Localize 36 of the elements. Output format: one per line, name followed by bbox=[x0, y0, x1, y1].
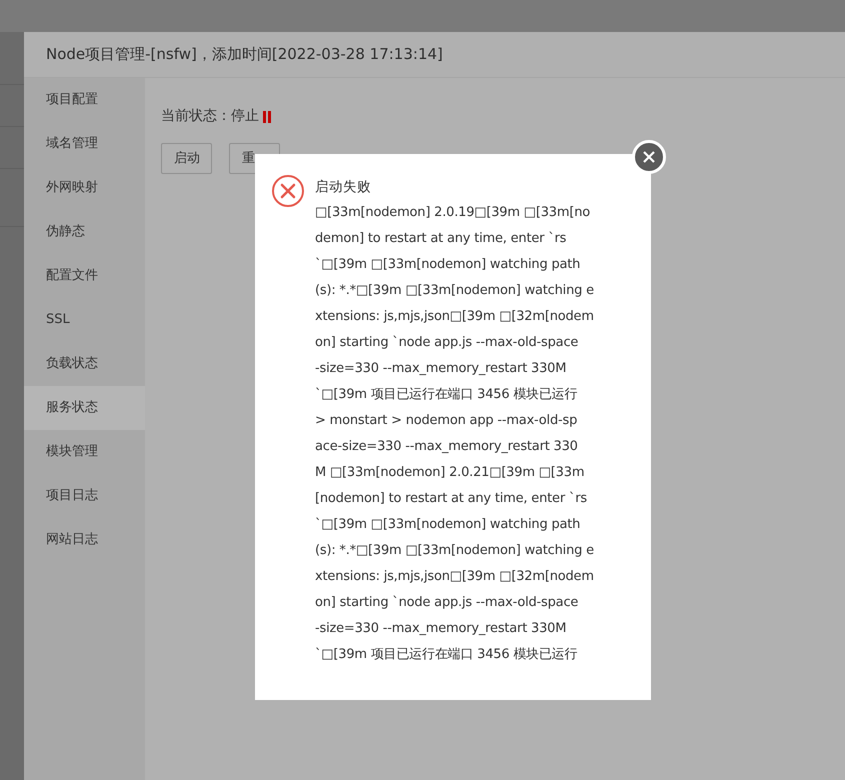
window-title: Node项目管理-[nsfw]，添加时间[2022-03-28 17:13:14] bbox=[46, 44, 443, 66]
error-icon bbox=[271, 174, 305, 208]
status-label: 当前状态： bbox=[161, 107, 231, 126]
log-line: ace-size=330 --max_memory_restart 330 bbox=[315, 439, 579, 456]
log-line: -size=330 --max_memory_restart 330M bbox=[315, 361, 568, 378]
sidebar-item[interactable]: 服务状态 bbox=[24, 386, 145, 430]
log-line: demon] to restart at any time, enter `rs bbox=[315, 231, 568, 248]
sidebar-item[interactable]: 配置文件 bbox=[24, 254, 145, 298]
sidebar-item[interactable]: 项目日志 bbox=[24, 474, 145, 518]
log-line: xtensions: js,mjs,json□[39m □[32m[nodem bbox=[315, 569, 594, 586]
log-line: > monstart > nodemon app --max-old-sp bbox=[315, 413, 578, 430]
log-line: [nodemon] to restart at any time, enter `rs bbox=[315, 491, 588, 508]
sidebar-item[interactable]: 网站日志 bbox=[24, 518, 145, 562]
log-line: □[33m[nodemon] 2.0.19□[39m □[33m[no bbox=[315, 205, 592, 222]
log-line: -size=330 --max_memory_restart 330M bbox=[315, 621, 568, 638]
sidebar-item[interactable]: 负载状态 bbox=[24, 342, 145, 386]
log-line: `□[39m 项目已运行在端口 3456 模块已运行 bbox=[315, 387, 578, 404]
sidebar-item[interactable]: 外网映射 bbox=[24, 166, 145, 210]
log-line: on] starting `node app.js --max-old-space bbox=[315, 335, 580, 352]
status-value: 停止 bbox=[231, 107, 259, 126]
log-line: on] starting `node app.js --max-old-space bbox=[315, 595, 580, 612]
sidebar-item[interactable]: 模块管理 bbox=[24, 430, 145, 474]
log-line: `□[39m 项目已运行在端口 3456 模块已运行 bbox=[315, 647, 578, 664]
log-line: xtensions: js,mjs,json□[39m □[32m[nodem bbox=[315, 309, 594, 326]
close-icon bbox=[643, 151, 655, 163]
log-line: M □[33m[nodemon] 2.0.21□[39m □[33m bbox=[315, 465, 586, 482]
log-line: `□[39m □[33m[nodemon] watching path bbox=[315, 257, 582, 274]
log-line: (s): *.*□[39m □[33m[nodemon] watching e bbox=[315, 543, 594, 560]
sidebar-item[interactable]: SSL bbox=[24, 298, 145, 342]
sidebar-item[interactable]: 项目配置 bbox=[24, 78, 145, 122]
dialog-title: 启动失败 bbox=[315, 179, 372, 197]
sidebar-item[interactable]: 伪静态 bbox=[24, 210, 145, 254]
action-button[interactable]: 启动 bbox=[161, 143, 212, 174]
log-line: (s): *.*□[39m □[33m[nodemon] watching e bbox=[315, 283, 594, 300]
sidebar-item[interactable]: 域名管理 bbox=[24, 122, 145, 166]
log-line: `□[39m □[33m[nodemon] watching path bbox=[315, 517, 582, 534]
